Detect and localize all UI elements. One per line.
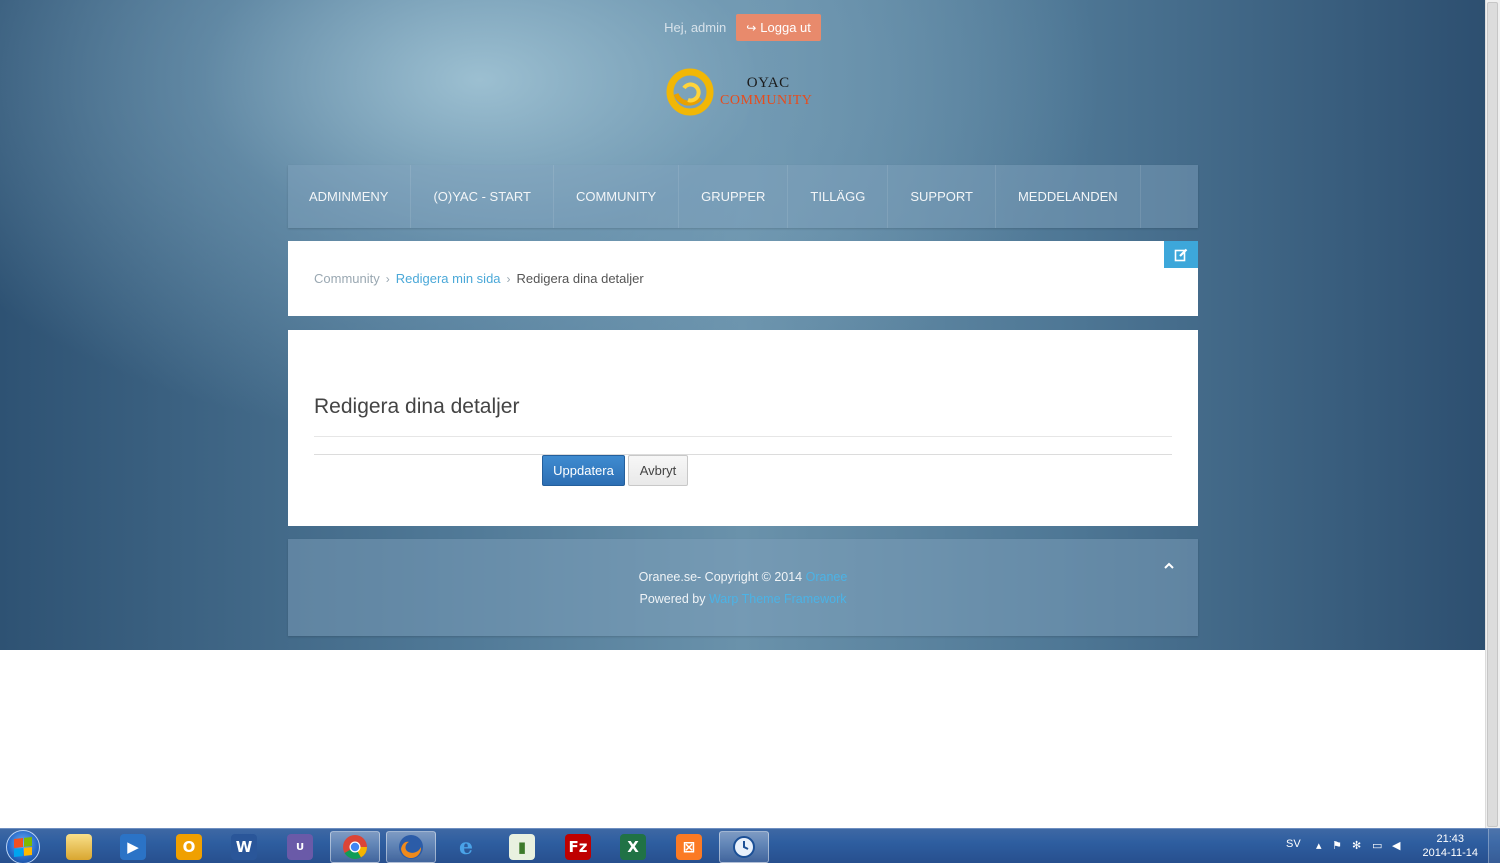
taskbar-xampp[interactable]: ⊠	[664, 831, 714, 863]
taskbar-media-player[interactable]: ▶	[108, 831, 158, 863]
nav-item-oyac-start[interactable]: (O)YAC - START	[411, 165, 554, 228]
nav-item-grupper[interactable]: GRUPPER	[679, 165, 789, 228]
taskbar-outlook[interactable]: O	[164, 831, 214, 863]
taskbar-filezilla[interactable]: Fz	[553, 831, 603, 863]
system-clock[interactable]: 21:43 2014-11-14	[1423, 832, 1478, 860]
edit-icon	[1174, 248, 1188, 261]
breadcrumb: Community › Redigera min sida › Redigera…	[314, 271, 644, 286]
breadcrumb-item-edit-page[interactable]: Redigera min sida	[396, 271, 501, 286]
scroll-to-top-icon[interactable]	[1162, 559, 1176, 573]
oyac-logo-icon	[666, 68, 714, 116]
excel-icon: X	[620, 834, 646, 860]
page-title: Redigera dina detaljer	[314, 395, 520, 418]
windows-logo-icon	[14, 837, 32, 857]
edit-button[interactable]	[1164, 241, 1198, 268]
scrollbar-thumb[interactable]	[1487, 2, 1498, 827]
logout-button[interactable]: ↪ Logga ut	[736, 14, 821, 41]
update-button[interactable]: Uppdatera	[542, 455, 625, 486]
ie-icon: e	[459, 834, 473, 860]
clock-icon	[733, 836, 755, 858]
logo-line-1: OYAC	[746, 75, 790, 91]
sign-out-icon: ↪	[746, 20, 757, 35]
nav-item-tillagg[interactable]: TILLÄGG	[788, 165, 889, 228]
show-hidden-icons-icon[interactable]: ▴	[1316, 839, 1322, 852]
start-button[interactable]	[6, 830, 40, 863]
taskbar-word[interactable]: W	[219, 831, 269, 863]
unibas-icon: U	[287, 834, 313, 860]
action-center-flag-icon[interactable]: ⚑	[1332, 839, 1342, 852]
taskbar-chrome[interactable]	[330, 831, 380, 863]
main-navigation: ADMINMENY (O)YAC - START COMMUNITY GRUPP…	[288, 165, 1198, 228]
cancel-button[interactable]: Avbryt	[628, 455, 688, 486]
oranee-link[interactable]: Oranee	[806, 570, 848, 584]
filezilla-icon: Fz	[565, 834, 591, 860]
firefox-icon	[399, 835, 423, 859]
breadcrumb-separator: ›	[506, 271, 511, 286]
powered-by-line: Powered by Warp Theme Framework	[288, 592, 1198, 606]
taskbar-internet-explorer[interactable]: e	[441, 831, 491, 863]
breadcrumb-item-community[interactable]: Community	[314, 271, 380, 286]
nav-item-support[interactable]: SUPPORT	[888, 165, 996, 228]
content-panel: Redigera dina detaljer Uppdatera Avbryt	[288, 330, 1198, 526]
divider	[314, 436, 1172, 437]
taskbar-excel[interactable]: X	[608, 831, 658, 863]
word-icon: W	[231, 834, 257, 860]
breadcrumb-panel: Community › Redigera min sida › Redigera…	[288, 241, 1198, 316]
show-desktop-button[interactable]	[1488, 829, 1500, 863]
logo-line-2: COMMUNITY	[720, 93, 813, 108]
nav-item-meddelanden[interactable]: MEDDELANDEN	[996, 165, 1141, 228]
taskbar-project[interactable]: ▮	[497, 831, 547, 863]
powered-by-text: Powered by	[639, 592, 709, 606]
network-sync-icon[interactable]: ✻	[1352, 839, 1361, 852]
site-footer: Oranee.se- Copyright © 2014 Oranee Power…	[288, 539, 1198, 636]
clock-time: 21:43	[1436, 833, 1465, 845]
volume-icon[interactable]: ◀	[1392, 839, 1400, 852]
clock-date: 2014-11-14	[1422, 847, 1478, 859]
user-toolbar: Hej, admin ↪ Logga ut	[0, 14, 1485, 41]
project-icon: ▮	[509, 834, 535, 860]
greeting-text: Hej, admin	[664, 20, 727, 35]
warp-framework-link[interactable]: Warp Theme Framework	[709, 592, 847, 606]
breadcrumb-item-current: Redigera dina detaljer	[516, 271, 644, 286]
xampp-icon: ⊠	[676, 834, 702, 860]
chrome-icon	[343, 835, 367, 860]
nav-item-community[interactable]: COMMUNITY	[554, 165, 680, 228]
network-icon[interactable]: ▭	[1372, 839, 1382, 852]
outlook-icon: O	[176, 834, 202, 860]
copyright-text: Oranee.se- Copyright © 2014	[638, 570, 806, 584]
taskbar-file-explorer[interactable]	[54, 831, 104, 863]
logout-label: Logga ut	[760, 20, 811, 35]
language-indicator[interactable]: SV	[1286, 838, 1301, 850]
breadcrumb-separator: ›	[385, 271, 390, 286]
nav-item-adminmeny[interactable]: ADMINMENY	[288, 165, 412, 228]
site-logo[interactable]: OYAC COMMUNITY	[666, 68, 812, 116]
copyright-line: Oranee.se- Copyright © 2014 Oranee	[288, 570, 1198, 584]
windows-taskbar: ▶ O W U e ▮ Fz X ⊠ SV ▴ ⚑ ✻ ▭ ◀ 21:43 20…	[0, 828, 1500, 863]
taskbar-firefox[interactable]	[386, 831, 436, 863]
website-viewport: Hej, admin ↪ Logga ut OYAC COMMUNITY ADM…	[0, 0, 1485, 650]
taskbar-unibas[interactable]: U	[275, 831, 325, 863]
taskbar-time-machine[interactable]	[719, 831, 769, 863]
media-player-icon: ▶	[120, 834, 146, 860]
folder-icon	[66, 834, 92, 860]
divider	[314, 454, 1172, 455]
system-tray: SV ▴ ⚑ ✻ ▭ ◀ 21:43 2014-11-14	[1280, 829, 1500, 863]
